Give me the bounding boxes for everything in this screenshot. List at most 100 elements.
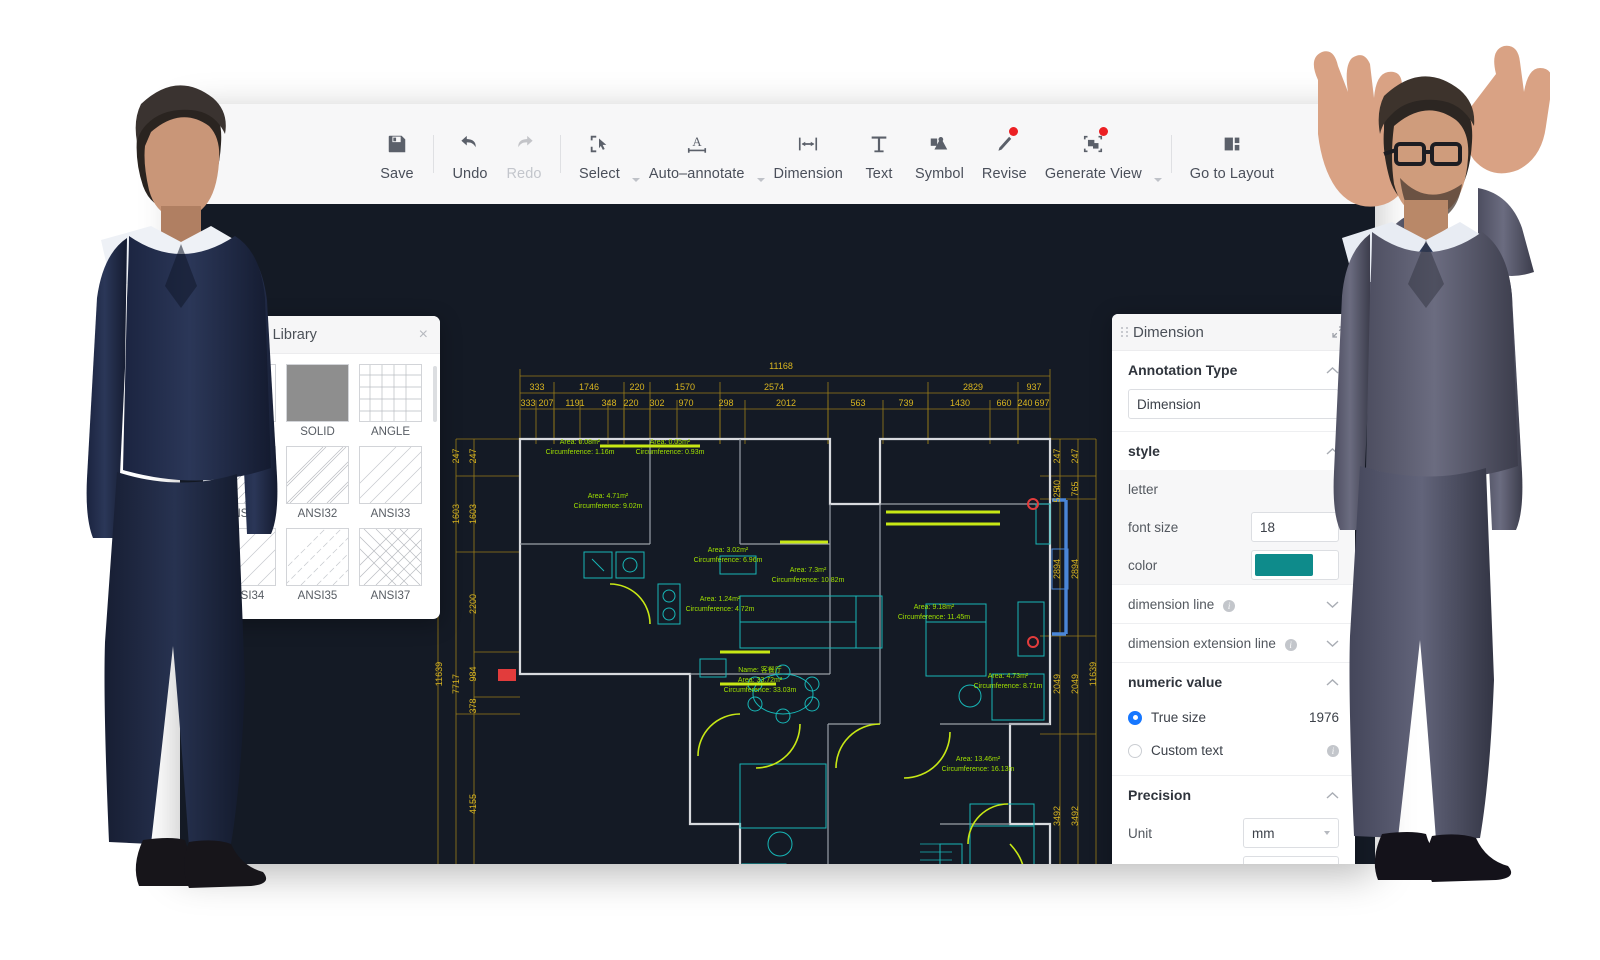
letter-label: letter bbox=[1128, 481, 1159, 497]
info-icon-dimension-line[interactable]: i bbox=[1223, 599, 1236, 612]
swatch-label: ANSI33 bbox=[370, 508, 411, 520]
toolbar-button-redo[interactable]: Redo bbox=[497, 127, 551, 182]
toolbar-button-go-to-layout[interactable]: Go to Layout bbox=[1181, 127, 1283, 182]
radio-true-size[interactable] bbox=[1128, 710, 1142, 725]
toolbar-label-auto-annotate: Auto–annotate bbox=[648, 165, 745, 182]
letter-a-annotate-icon: A bbox=[683, 129, 711, 159]
dim-right-3: 2894 bbox=[1052, 559, 1062, 579]
toolbar-button-save[interactable]: Save bbox=[370, 127, 424, 182]
dim-top2-14: 697 bbox=[1034, 398, 1049, 408]
dim-leftout-0: 247 bbox=[451, 448, 461, 463]
floor-plan-window-bands[interactable] bbox=[600, 444, 1016, 864]
material-swatch-item[interactable]: ANSI33 bbox=[359, 446, 422, 520]
dim-top1-5: 2829 bbox=[963, 382, 983, 392]
swatch-preview-ansi32[interactable] bbox=[286, 446, 349, 504]
top-dimension-chain[interactable]: 11168 333 1746 220 1570 2574 2829 937 33… bbox=[519, 361, 1051, 444]
swatch-label: ANSI35 bbox=[297, 590, 338, 602]
main-toolbar: Save Undo Redo Select A Auto–annotate Di… bbox=[180, 104, 1375, 204]
toolbar-button-revise[interactable]: Revise bbox=[973, 126, 1036, 182]
close-icon[interactable]: × bbox=[419, 326, 428, 343]
dimension-line-label: dimension line bbox=[1128, 596, 1215, 612]
floor-plan-markers[interactable] bbox=[498, 498, 1039, 681]
generate-view-icon bbox=[1081, 126, 1109, 159]
material-swatch-item[interactable]: ANSI35 bbox=[286, 528, 349, 602]
true-size-label: True size bbox=[1151, 710, 1207, 725]
toolbar-button-generate-view[interactable]: Generate View bbox=[1036, 126, 1151, 182]
dim-rightout-4: 3492 bbox=[1070, 806, 1080, 826]
save-icon bbox=[386, 129, 408, 159]
toolbar-label-select: Select bbox=[579, 165, 620, 182]
toolbar-label-generate-view: Generate View bbox=[1044, 165, 1142, 182]
toolbar-button-symbol[interactable]: Symbol bbox=[906, 127, 973, 182]
left-dimension-chain[interactable]: 11639 7717 247 1603 2200 984 378 4155 15… bbox=[434, 438, 520, 864]
swatch-preview-ansi33[interactable] bbox=[359, 446, 422, 504]
dim-top1-3: 1570 bbox=[675, 382, 695, 392]
select-cursor-icon bbox=[588, 129, 610, 159]
dim-rightout-3: 2049 bbox=[1070, 674, 1080, 694]
swatch-label: ANSI32 bbox=[297, 508, 338, 520]
info-icon-dimension-extension-line[interactable]: i bbox=[1284, 638, 1297, 651]
toolbar-button-undo[interactable]: Undo bbox=[443, 127, 497, 182]
svg-text:Area: 1.24m²: Area: 1.24m² bbox=[700, 596, 741, 603]
dim-left-2: 2200 bbox=[468, 594, 478, 614]
svg-text:Circumference: 9.02m: Circumference: 9.02m bbox=[574, 503, 643, 510]
area-annotations[interactable]: Area: 0.08m² Circumference: 1.16m Area: … bbox=[546, 439, 1043, 864]
toolbar-button-dimension[interactable]: Dimension bbox=[765, 127, 852, 182]
dim-top2-11: 1430 bbox=[950, 398, 970, 408]
chevron-down-icon-select[interactable] bbox=[631, 177, 640, 182]
material-swatch-item[interactable]: ANSI32 bbox=[286, 446, 349, 520]
svg-text:Circumference: 10.82m: Circumference: 10.82m bbox=[772, 577, 845, 584]
material-library-scrollbar[interactable] bbox=[433, 366, 437, 422]
unit-value: mm bbox=[1252, 825, 1275, 841]
dim-top2-8: 2012 bbox=[776, 398, 796, 408]
annotation-type-value: Dimension bbox=[1137, 396, 1201, 412]
radio-custom-text[interactable] bbox=[1128, 743, 1142, 758]
dim-top2-2: 1191 bbox=[565, 398, 584, 408]
dim-top-overall: 11168 bbox=[769, 361, 793, 371]
cad-canvas[interactable]: 11168 333 1746 220 1570 2574 2829 937 33… bbox=[180, 204, 1375, 864]
svg-text:Circumference: 6.96m: Circumference: 6.96m bbox=[694, 557, 763, 564]
toolbar-label-go-to-layout: Go to Layout bbox=[1189, 165, 1275, 182]
dim-rightout-0: 247 bbox=[1070, 448, 1080, 463]
dim-top2-9: 563 bbox=[850, 398, 865, 408]
swatch-label: ANGLE bbox=[371, 426, 410, 438]
swatch-preview-ansi35[interactable] bbox=[286, 528, 349, 586]
area-label: Area: 7.3m² Circumference: 10.82m bbox=[772, 567, 845, 584]
toolbar-button-select[interactable]: Select bbox=[570, 127, 629, 182]
swatch-preview-angle[interactable] bbox=[359, 364, 422, 422]
swatch-label: ANSI37 bbox=[370, 590, 411, 602]
svg-text:Area: 3.02m²: Area: 3.02m² bbox=[708, 547, 749, 554]
toolbar-group-select: Select bbox=[570, 127, 640, 182]
toolbar-button-auto-annotate[interactable]: A Auto–annotate bbox=[640, 127, 754, 182]
numeric-value-heading: numeric value bbox=[1128, 674, 1223, 690]
notification-badge-generate-view bbox=[1099, 126, 1109, 136]
area-label: Area: 9.18m² Circumference: 11.45m bbox=[898, 604, 970, 621]
swatch-preview-ansi37[interactable] bbox=[359, 528, 422, 586]
dim-top2-7: 298 bbox=[718, 398, 733, 408]
material-swatch-item[interactable]: SOLID bbox=[286, 364, 349, 438]
chevron-down-icon-generate-view[interactable] bbox=[1153, 177, 1162, 182]
drag-handle-icon[interactable] bbox=[1121, 326, 1128, 339]
dim-left-4: 378 bbox=[468, 698, 478, 713]
annotation-type-label: Annotation Type bbox=[1128, 362, 1238, 378]
dim-top1-6: 937 bbox=[1026, 382, 1041, 392]
layout-blocks-icon bbox=[1220, 129, 1244, 159]
material-swatch-item[interactable]: ANSI37 bbox=[359, 528, 422, 602]
svg-text:Area: 4.73m²: Area: 4.73m² bbox=[988, 673, 1029, 680]
toolbar-button-text[interactable]: Text bbox=[852, 127, 906, 182]
swatch-label: SOLID bbox=[300, 426, 335, 438]
dimension-arrows-icon bbox=[795, 129, 821, 159]
svg-text:Circumference: 0.93m: Circumference: 0.93m bbox=[636, 449, 705, 456]
right-dimension-chain[interactable]: 11639 247 40 525 2894 2049 3492 180 1291… bbox=[1040, 438, 1098, 864]
toolbar-label-redo: Redo bbox=[506, 165, 542, 182]
accuracy-value: 1 bbox=[1252, 864, 1260, 865]
material-swatch-item[interactable]: ANGLE bbox=[359, 364, 422, 438]
toolbar-label-symbol: Symbol bbox=[914, 165, 964, 182]
area-label: Area: 13.46m² Circumference: 16.13m bbox=[942, 756, 1015, 773]
swatch-preview-solid[interactable] bbox=[286, 364, 349, 422]
chevron-down-icon-auto-annotate[interactable] bbox=[756, 177, 765, 182]
accuracy-label: Accuracy bbox=[1128, 864, 1184, 865]
dim-top2-10: 739 bbox=[898, 398, 913, 408]
area-label: Area: 1.24m² Circumference: 4.72m bbox=[686, 596, 755, 613]
dim-right-2: 525 bbox=[1052, 487, 1062, 502]
